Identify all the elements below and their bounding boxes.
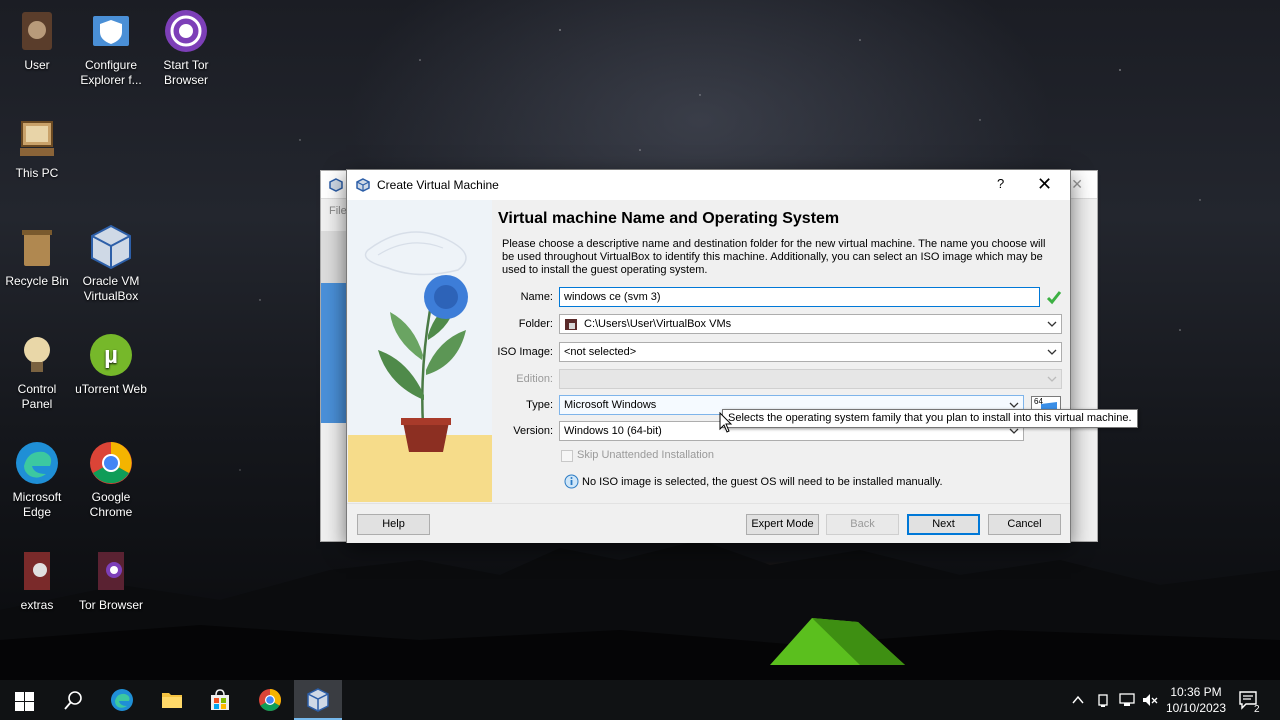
skip-unattended-label: Skip Unattended Installation — [577, 449, 714, 461]
tor-onion-icon — [163, 8, 209, 54]
chevron-up-icon[interactable] — [1071, 694, 1085, 706]
desktop-icon-configure-explorer[interactable]: Configure Explorer f... — [74, 8, 148, 88]
next-button[interactable]: Next — [907, 514, 980, 535]
chevron-down-icon — [1047, 376, 1057, 382]
info-icon — [564, 474, 579, 489]
clock-date: 10/10/2023 — [1165, 701, 1227, 715]
skip-unattended-checkbox[interactable] — [561, 450, 573, 462]
valid-check-icon — [1046, 291, 1062, 305]
taskbar-chrome[interactable] — [246, 680, 294, 720]
iso-value: <not selected> — [564, 346, 637, 358]
page-heading: Virtual machine Name and Operating Syste… — [498, 210, 840, 227]
page-description: Please choose a descriptive name and des… — [502, 238, 1046, 276]
lightbulb-icon — [14, 332, 60, 378]
shield-icon — [88, 8, 134, 54]
iso-label: ISO Image: — [497, 346, 553, 358]
desktop-icon-user[interactable]: User — [0, 8, 74, 73]
chrome-icon — [259, 689, 281, 711]
close-icon[interactable]: ✕ — [1071, 177, 1083, 193]
taskbar-store[interactable] — [196, 680, 244, 720]
chevron-down-icon — [1009, 428, 1019, 434]
desktop-icon-control-panel[interactable]: Control Panel — [0, 332, 74, 412]
flower-illustration — [348, 200, 492, 502]
virtualbox-icon — [307, 688, 329, 712]
version-value: Windows 10 (64-bit) — [564, 425, 662, 437]
virtualbox-icon — [88, 224, 134, 270]
info-message: No ISO image is selected, the guest OS w… — [582, 476, 943, 488]
tor-folder-icon — [88, 548, 134, 594]
extras-folder-icon — [14, 548, 60, 594]
taskbar-file-explorer[interactable] — [148, 680, 196, 720]
desktop-icon-recycle-bin[interactable]: Recycle Bin — [0, 224, 74, 289]
folder-icon — [565, 319, 577, 330]
version-label: Version: — [513, 425, 553, 437]
virtualbox-icon — [329, 178, 343, 192]
edition-label: Edition: — [516, 373, 553, 385]
type-tooltip: Selects the operating system family that… — [722, 409, 1138, 428]
back-button[interactable]: Back — [826, 514, 899, 535]
dialog-title: Create Virtual Machine — [377, 178, 499, 192]
taskbar-virtualbox[interactable] — [294, 680, 342, 720]
button-bar: Help Expert Mode Back Next Cancel — [347, 503, 1070, 543]
mouse-cursor-icon — [719, 412, 733, 433]
chevron-down-icon — [1047, 321, 1057, 327]
close-button[interactable]: ✕ — [1037, 173, 1052, 195]
name-input[interactable]: windows ce (svm 3) — [559, 287, 1040, 307]
system-clock[interactable]: 10:36 PM 10/10/2023 — [1156, 684, 1236, 716]
desktop-icon-extras[interactable]: extras — [0, 548, 74, 613]
type-label: Type: — [526, 399, 553, 411]
cancel-button[interactable]: Cancel — [988, 514, 1061, 535]
search-icon — [64, 691, 82, 710]
user-folder-icon — [14, 8, 60, 54]
menu-file[interactable]: File — [329, 205, 347, 217]
chrome-icon — [88, 440, 134, 486]
virtualbox-icon — [356, 178, 370, 192]
edition-select[interactable] — [559, 369, 1062, 389]
help-question-button[interactable]: ? — [997, 176, 1004, 191]
store-bag-icon — [211, 689, 229, 710]
desktop-icon-edge[interactable]: Microsoft Edge — [0, 440, 74, 520]
taskbar: 10:36 PM 10/10/2023 2 — [0, 680, 1280, 720]
desktop-icon-chrome[interactable]: Google Chrome — [74, 440, 148, 520]
dialog-titlebar[interactable]: Create Virtual Machine ? ✕ — [347, 170, 1070, 200]
search-button[interactable] — [48, 680, 96, 720]
manager-sidebar[interactable] — [321, 231, 347, 423]
network-icon[interactable] — [1118, 692, 1136, 708]
folder-value: C:\Users\User\VirtualBox VMs — [584, 318, 732, 330]
recycle-bin-icon — [14, 224, 60, 270]
computer-icon — [14, 116, 60, 162]
windows-start-icon — [15, 692, 34, 711]
expert-mode-button[interactable]: Expert Mode — [746, 514, 819, 535]
desktop-icon-utorrent[interactable]: µ uTorrent Web — [74, 332, 148, 397]
notification-count-badge: 2 — [1254, 704, 1260, 715]
desktop-icon-virtualbox[interactable]: Oracle VM VirtualBox — [74, 224, 148, 304]
desktop-icon-start-tor[interactable]: Start Tor Browser — [149, 8, 223, 88]
clock-time: 10:36 PM — [1170, 685, 1222, 699]
folder-icon — [162, 693, 182, 708]
utorrent-icon: µ — [88, 332, 134, 378]
desktop-icon-tor-browser[interactable]: Tor Browser — [74, 548, 148, 613]
folder-select[interactable]: C:\Users\User\VirtualBox VMs — [559, 314, 1062, 334]
start-button[interactable] — [0, 680, 48, 720]
chevron-down-icon — [1009, 402, 1019, 408]
create-vm-dialog[interactable]: Create Virtual Machine ? ✕ Virtual machi… — [346, 169, 1071, 543]
taskbar-edge[interactable] — [98, 680, 146, 720]
usb-device-icon[interactable] — [1096, 692, 1110, 708]
svg-text:µ: µ — [104, 342, 118, 369]
folder-label: Folder: — [518, 318, 553, 330]
help-button[interactable]: Help — [357, 514, 430, 535]
edge-icon — [14, 440, 60, 486]
name-label: Name: — [520, 291, 553, 303]
chevron-down-icon — [1047, 349, 1057, 355]
iso-select[interactable]: <not selected> — [559, 342, 1062, 362]
type-value: Microsoft Windows — [564, 399, 657, 411]
edge-icon — [111, 689, 133, 711]
desktop-icon-this-pc[interactable]: This PC — [0, 116, 74, 181]
